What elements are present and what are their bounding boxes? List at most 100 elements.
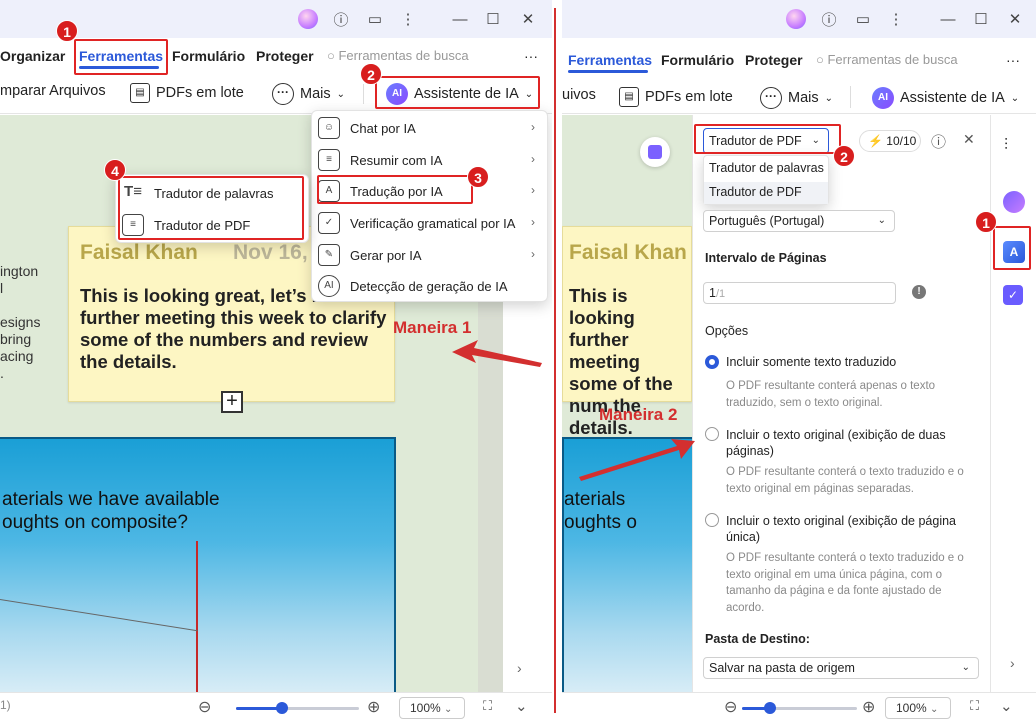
zoom-out-icon[interactable]: ⊖ bbox=[724, 697, 737, 717]
compare-files-button[interactable]: mparar Arquivos bbox=[0, 83, 106, 99]
next-page-icon[interactable]: › bbox=[517, 660, 522, 676]
feedback-icon[interactable]: ▭ bbox=[853, 9, 873, 29]
step-badge-1: 1 bbox=[975, 211, 997, 233]
tab-organizar[interactable]: Organizar bbox=[0, 48, 65, 64]
document-canvas[interactable]: Faisal Khan This is looking further meet… bbox=[562, 115, 694, 699]
menu-item-chat[interactable]: ☺ Chat por IA › bbox=[312, 112, 547, 144]
highlight-translate-icon bbox=[993, 226, 1031, 270]
status-bar: ⊖ ⊕ 100% ⌄ ⛶ ⌄ bbox=[562, 692, 1036, 721]
assistant-float-button[interactable] bbox=[640, 137, 670, 167]
step-badge-2: 2 bbox=[833, 145, 855, 167]
page-range-input[interactable]: 1/1 bbox=[703, 282, 896, 304]
option-2-label[interactable]: Incluir o texto original (exibição de du… bbox=[726, 427, 961, 459]
more-options-button[interactable]: ··· bbox=[1006, 52, 1020, 68]
menu-item-detect[interactable]: AI Detecção de geração de IA bbox=[312, 270, 547, 302]
menu-item-grammar[interactable]: ✓ Verificação gramatical por IA › bbox=[312, 207, 547, 239]
document-page: Faisal Khan This is looking further meet… bbox=[562, 115, 694, 699]
option-3-hint: O PDF resultante conterá o texto traduzi… bbox=[726, 552, 964, 614]
tab-proteger[interactable]: Proteger bbox=[256, 48, 314, 64]
credits-badge: ⚡ 10/10 bbox=[859, 130, 921, 152]
feedback-icon[interactable]: ▭ bbox=[365, 9, 385, 29]
settings-sliders-icon[interactable]: ⫶ bbox=[1004, 137, 1008, 155]
title-bar: ⓘ ▭ ⋮ — ☐ ✕ bbox=[0, 0, 552, 38]
fit-icon[interactable]: ⛶ bbox=[970, 698, 979, 714]
tab-formulario[interactable]: Formulário bbox=[661, 52, 734, 68]
step-badge-1: 1 bbox=[56, 20, 78, 42]
ai-chat-icon[interactable] bbox=[1003, 191, 1025, 213]
right-sidebar: ⫶ A ✓ › bbox=[990, 115, 1036, 692]
zoom-in-icon[interactable]: ⊕ bbox=[862, 697, 875, 717]
maximize-icon[interactable]: ☐ bbox=[483, 9, 503, 29]
search-placeholder: Ferramentas de busca bbox=[338, 48, 469, 63]
zoom-slider[interactable] bbox=[236, 702, 359, 714]
scroll-down-icon[interactable]: ⌄ bbox=[515, 697, 528, 715]
search-input[interactable]: ○ Ferramentas de busca bbox=[327, 48, 469, 63]
highlight-ai-assistant bbox=[375, 76, 540, 109]
option-3-label[interactable]: Incluir o texto original (exibição de pá… bbox=[726, 513, 961, 545]
more-label: Mais bbox=[300, 86, 331, 102]
chevron-down-icon: ⌄ bbox=[824, 92, 834, 104]
minimize-icon[interactable]: — bbox=[938, 9, 958, 29]
menu-dots-icon[interactable]: ⋮ bbox=[398, 9, 418, 29]
compare-files-label: mparar Arquivos bbox=[0, 83, 106, 99]
ai-assistant-label: Assistente de IA bbox=[900, 90, 1005, 106]
zoom-in-icon[interactable]: ⊕ bbox=[367, 697, 380, 717]
tools-toolbar: uivos ▤ PDFs em lote ··· Mais ⌄ AI Assistent… bbox=[562, 74, 1036, 114]
image-caption-2: oughts o bbox=[564, 512, 637, 533]
highlight-ferramentas bbox=[74, 39, 168, 75]
summary-icon: ≡ bbox=[318, 149, 340, 171]
tab-ferramentas[interactable]: Ferramentas bbox=[568, 52, 652, 68]
tab-formulario[interactable]: Formulário bbox=[172, 48, 245, 64]
more-label: Mais bbox=[788, 90, 819, 106]
fit-icon[interactable]: ⛶ bbox=[483, 698, 492, 714]
option-1-label[interactable]: Incluir somente texto traduzido bbox=[726, 355, 896, 369]
menu-dots-icon[interactable]: ⋮ bbox=[886, 9, 906, 29]
tab-proteger[interactable]: Proteger bbox=[745, 52, 803, 68]
expand-panel-icon[interactable]: › bbox=[1010, 655, 1015, 671]
option-pdf-translator[interactable]: Tradutor de PDF bbox=[709, 185, 802, 199]
minimize-icon[interactable]: — bbox=[450, 9, 470, 29]
close-icon[interactable]: ✕ bbox=[518, 9, 538, 29]
help-icon[interactable]: ⓘ bbox=[931, 131, 946, 152]
zoom-select[interactable]: 100% ⌄ bbox=[885, 697, 951, 719]
step-badge-2: 2 bbox=[360, 63, 382, 85]
more-tools-button[interactable]: ··· Mais ⌄ bbox=[760, 87, 833, 109]
avatar[interactable] bbox=[298, 9, 318, 29]
zoom-slider[interactable] bbox=[742, 702, 857, 714]
help-icon[interactable]: ⓘ bbox=[819, 9, 839, 29]
radio-two-page[interactable] bbox=[705, 427, 719, 441]
menu-item-summary[interactable]: ≡ Resumir com IA › bbox=[312, 144, 547, 176]
page-indicator[interactable]: 1) bbox=[0, 698, 11, 712]
avatar[interactable] bbox=[786, 9, 806, 29]
scroll-down-icon[interactable]: ⌄ bbox=[1000, 697, 1013, 715]
language-select[interactable]: Português (Portugal) ⌄ bbox=[703, 210, 895, 232]
close-panel-icon[interactable]: ✕ bbox=[963, 131, 975, 148]
radio-single-page[interactable] bbox=[705, 513, 719, 527]
close-icon[interactable]: ✕ bbox=[1005, 9, 1025, 29]
menu-item-generate[interactable]: ✎ Gerar por IA › bbox=[312, 239, 547, 271]
batch-pdfs-button[interactable]: ▤ PDFs em lote bbox=[619, 87, 733, 107]
toolbar-divider bbox=[850, 86, 851, 108]
compare-files-label: uivos bbox=[562, 87, 596, 103]
batch-pdfs-button[interactable]: ▤ PDFs em lote bbox=[130, 83, 244, 103]
batch-label: PDFs em lote bbox=[645, 89, 733, 105]
help-icon[interactable]: ⓘ bbox=[331, 9, 351, 29]
ai-assistant-menu: ☺ Chat por IA › ≡ Resumir com IA › A Tradução… bbox=[311, 110, 548, 302]
option-word-translator[interactable]: Tradutor de palavras bbox=[709, 161, 824, 175]
toolbar-divider bbox=[363, 84, 364, 104]
info-icon[interactable]: ! bbox=[912, 285, 926, 299]
destination-select[interactable]: Salvar na pasta de origem ⌄ bbox=[703, 657, 979, 679]
compare-files-button[interactable]: uivos bbox=[562, 87, 596, 103]
chevron-down-icon: ⌄ bbox=[336, 88, 346, 100]
zoom-select[interactable]: 100% ⌄ bbox=[399, 697, 465, 719]
more-options-button[interactable]: ··· bbox=[524, 48, 538, 64]
radio-translated-only[interactable] bbox=[705, 355, 719, 369]
grammar-check-icon[interactable]: ✓ bbox=[1003, 285, 1023, 305]
more-tools-button[interactable]: ··· Mais ⌄ bbox=[272, 83, 345, 105]
search-input[interactable]: ○ Ferramentas de busca bbox=[816, 52, 958, 67]
zoom-out-icon[interactable]: ⊖ bbox=[198, 697, 211, 717]
ai-assistant-button[interactable]: AI Assistente de IA ⌄ bbox=[872, 87, 1019, 109]
sticky-note[interactable]: Faisal Khan This is looking further meet… bbox=[562, 226, 692, 438]
maximize-icon[interactable]: ☐ bbox=[971, 9, 991, 29]
expand-icon[interactable]: + bbox=[221, 391, 243, 413]
